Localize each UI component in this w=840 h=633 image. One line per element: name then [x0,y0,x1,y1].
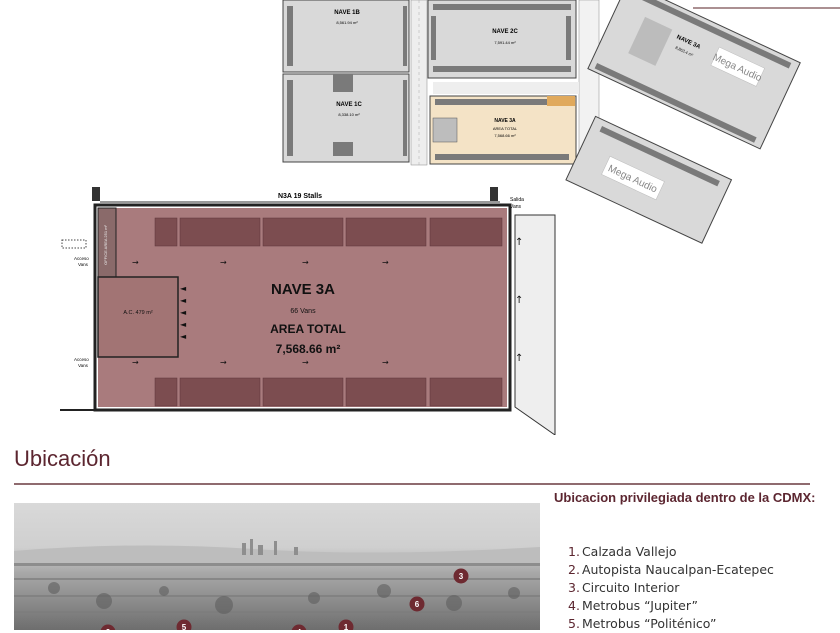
nave-2c-area: 7,591.44 m² [494,40,516,45]
nave-1c-area: 8,338.10 m² [338,112,360,117]
aerial-photo: 3 6 5 1 4 2 [14,503,540,630]
office-label: OFFICE AREA 251 m² [103,224,108,264]
svg-text:↑: ↑ [515,353,523,364]
list-item: 5. Metrobus “Politénico” [568,616,717,631]
svg-text:→: → [220,358,227,367]
nave-3a-small-sub: AREA TOTAL [493,126,518,131]
nave-2c-name: NAVE 2C [492,29,518,35]
ac-label: A.C. 479 m² [123,310,153,316]
svg-text:→: → [302,258,309,267]
exit-label-2: Vans [510,204,522,210]
nave-name: NAVE 3A [271,281,335,298]
aerial-marker-6: 6 [415,600,420,609]
access-bottom-2: Vans [78,363,89,368]
access-top-2: Vans [78,262,89,267]
svg-text:◄: ◄ [180,284,187,293]
svg-text:↑: ↑ [515,295,523,306]
location-heading: Ubicacion privilegiada dentro de la CDMX… [554,490,816,505]
floor-plan-nave-3a: N3A 19 Stalls Salida Vans OFFICE AREA 25… [60,187,556,435]
access-top-1: Acceso [74,256,89,261]
svg-text:◄: ◄ [180,308,187,317]
aerial-marker-5: 5 [182,623,187,630]
aerial-marker-3: 3 [459,572,464,581]
area-total-value: 7,568.66 m² [276,342,341,356]
ac-area [97,276,179,358]
nave-1c-name: NAVE 1C [336,102,362,108]
vans-count: 66 Vans [290,308,316,315]
svg-text:→: → [220,258,227,267]
nave-1b-area: 8,561.94 m² [336,20,358,25]
svg-text:↑: ↑ [515,237,523,248]
area-total-label: AREA TOTAL [270,322,346,336]
list-item: 3. Circuito Interior [568,580,680,595]
access-bottom-1: Acceso [74,357,89,362]
location-list: 1. Calzada Vallejo 2. Autopista Naucalpan-… [568,543,774,633]
nave-3a-small-name: NAVE 3A [494,118,516,124]
stalls-label: N3A 19 Stalls [278,193,322,200]
svg-text:→: → [302,358,309,367]
svg-text:◄: ◄ [180,296,187,305]
section-divider [14,483,810,485]
svg-text:→: → [132,258,139,267]
ubicacion-title: Ubicación [14,446,111,471]
svg-text:→: → [132,358,139,367]
aerial-marker-1: 1 [344,623,349,630]
list-item: 1. Calzada Vallejo [568,544,677,559]
exit-label-1: Salida [510,197,524,203]
svg-text:→: → [382,358,389,367]
nave-3a-small-area: 7,568.66 m² [494,133,516,138]
list-item: 2. Autopista Naucalpan-Ecatepec [568,562,774,577]
nave-1b-name: NAVE 1B [334,10,360,16]
svg-text:◄: ◄ [180,332,187,341]
list-item: 4. Metrobus “Jupiter” [568,598,699,613]
svg-text:→: → [382,258,389,267]
svg-text:◄: ◄ [180,320,187,329]
